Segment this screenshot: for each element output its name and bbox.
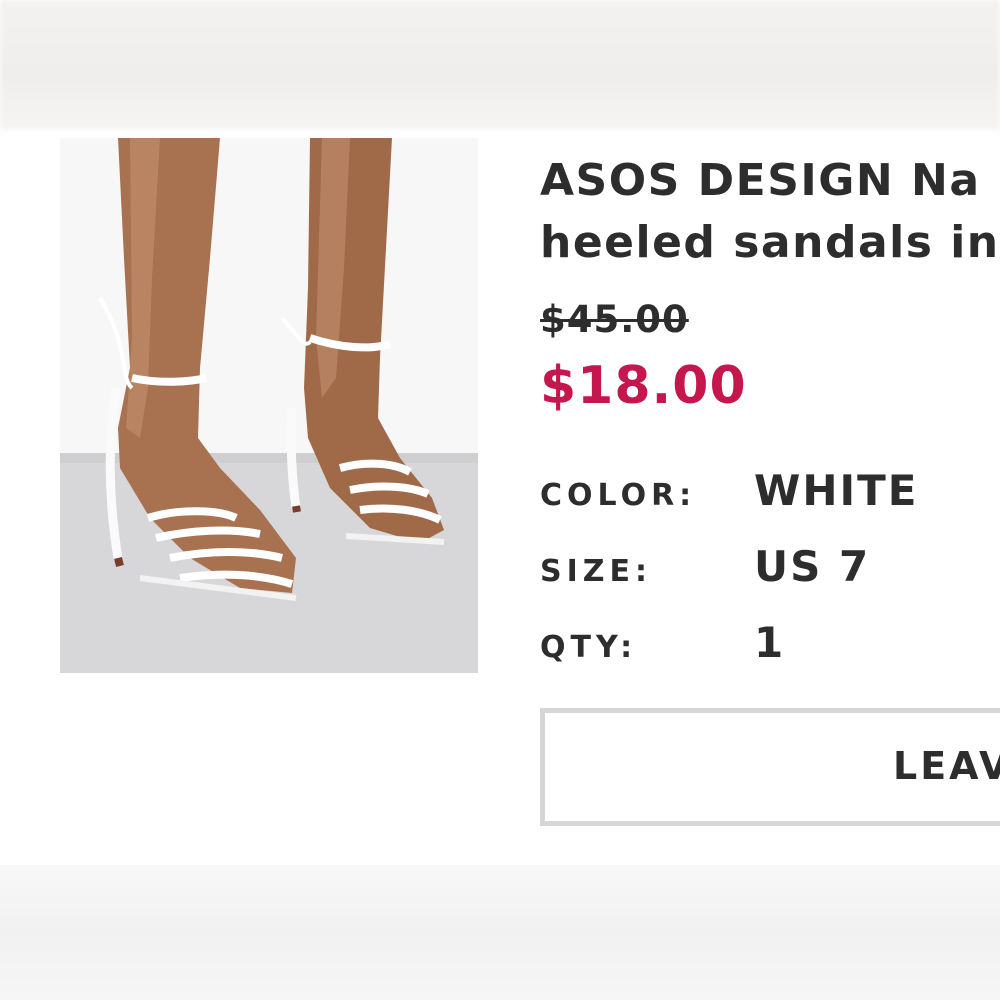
product-image[interactable] — [60, 138, 478, 673]
original-price: $45.00 — [540, 298, 689, 341]
color-label: COLOR: — [540, 478, 697, 513]
size-label: SIZE: — [540, 554, 653, 589]
sandals-photo — [60, 138, 478, 673]
blurred-header-region — [0, 0, 1000, 130]
color-value: WHITE — [754, 466, 919, 515]
leave-review-button[interactable]: LEAV — [540, 708, 1000, 826]
product-page: ASOS DESIGN Na heeled sandals in $45.00 … — [0, 0, 1000, 1000]
qty-value: 1 — [754, 618, 786, 667]
product-title: ASOS DESIGN Na heeled sandals in — [540, 150, 1000, 274]
size-value: US 7 — [754, 542, 871, 591]
blurred-footer-region — [0, 865, 1000, 1000]
product-title-line-1: ASOS DESIGN Na — [540, 155, 981, 206]
sale-price: $18.00 — [540, 356, 747, 416]
product-title-line-2: heeled sandals in — [540, 217, 1000, 268]
qty-label: QTY: — [540, 630, 638, 665]
leave-button-label: LEAV — [893, 744, 1000, 788]
